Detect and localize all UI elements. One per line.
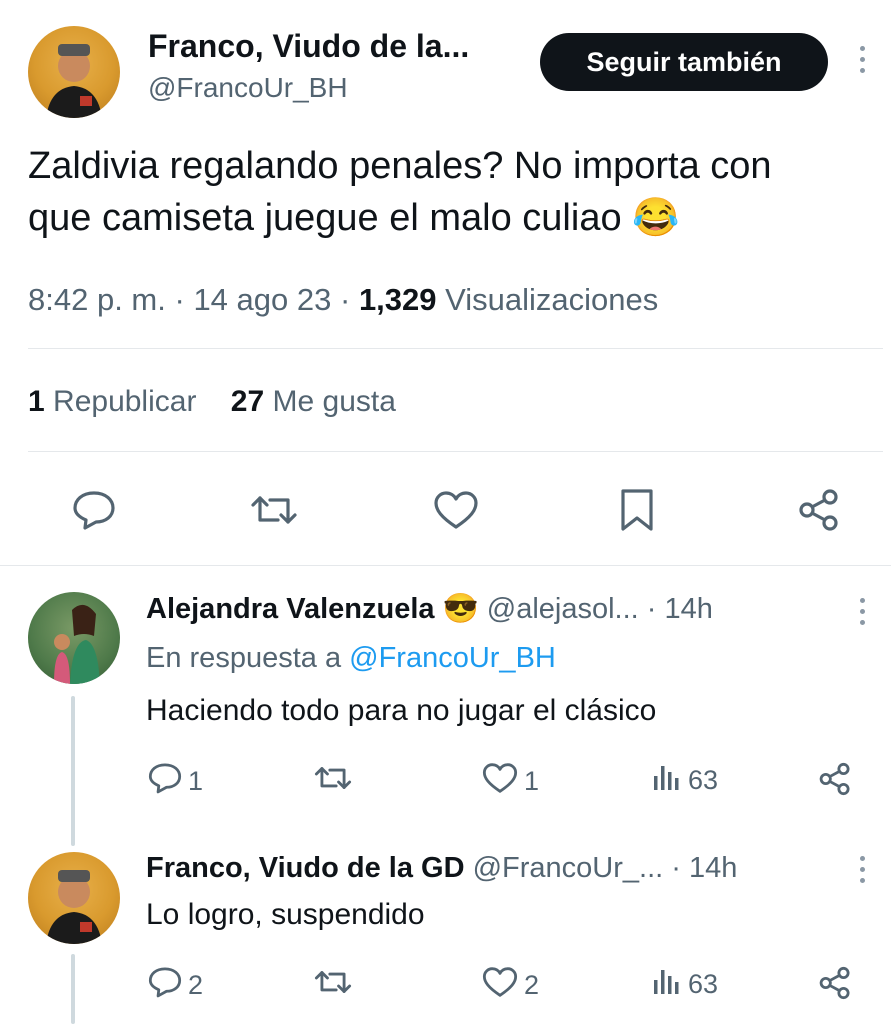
share-icon[interactable] bbox=[797, 488, 841, 532]
reply-count: 2 bbox=[188, 970, 204, 1000]
reply-avatar[interactable] bbox=[28, 852, 120, 944]
reply-time[interactable]: · 14h bbox=[671, 852, 737, 884]
retweet-icon bbox=[314, 966, 352, 1005]
reply-action-views[interactable]: 63 bbox=[652, 966, 718, 1003]
views-label: Visualizaciones bbox=[445, 282, 659, 317]
avatar-image bbox=[46, 870, 102, 944]
author-avatar[interactable] bbox=[28, 26, 120, 118]
thread-line bbox=[71, 696, 75, 846]
reply-prefix: En respuesta a bbox=[146, 642, 342, 674]
reply-context: En respuesta a @FrancoUr_BH bbox=[146, 642, 556, 675]
reply-action-like[interactable]: 2 bbox=[482, 966, 539, 1005]
tweet-text-line2: que camiseta juegue el malo culiao 😂 bbox=[28, 197, 680, 239]
like-icon bbox=[482, 966, 518, 1005]
likes-stat[interactable]: 27 Me gusta bbox=[231, 385, 396, 418]
like-icon[interactable] bbox=[433, 490, 479, 530]
reply-icon[interactable] bbox=[72, 490, 116, 530]
thread-line bbox=[71, 954, 75, 1024]
reply-header: Alejandra Valenzuela 😎 @alejasol... · 14… bbox=[146, 592, 713, 626]
reply-action-retweet[interactable] bbox=[314, 966, 358, 1005]
reply-icon bbox=[148, 762, 182, 801]
views-count: 63 bbox=[688, 969, 719, 999]
likes-label: Me gusta bbox=[272, 385, 396, 418]
share-icon[interactable] bbox=[818, 762, 852, 796]
tweet-text-line1: Zaldivia regalando penales? No importa c… bbox=[28, 145, 772, 187]
reply-header: Franco, Viudo de la GD @FrancoUr_... · 1… bbox=[146, 852, 737, 885]
reposts-stat[interactable]: 1 Republicar bbox=[28, 385, 196, 418]
reply-count: 1 bbox=[188, 766, 204, 796]
views-icon bbox=[652, 762, 682, 799]
more-icon[interactable] bbox=[860, 598, 865, 625]
divider bbox=[28, 451, 883, 452]
avatar-image bbox=[46, 44, 102, 118]
reply-icon bbox=[148, 966, 182, 1005]
sunglasses-emoji: 😎 bbox=[442, 593, 479, 625]
more-icon[interactable] bbox=[860, 46, 865, 73]
reply-avatar[interactable] bbox=[28, 592, 120, 684]
like-icon bbox=[482, 762, 518, 801]
views-icon bbox=[652, 966, 682, 1003]
reply-action-like[interactable]: 1 bbox=[482, 762, 539, 801]
likes-count: 27 bbox=[230, 385, 265, 418]
reply-author-name[interactable]: Franco, Viudo de la GD bbox=[146, 852, 465, 884]
reply-action-reply[interactable]: 1 bbox=[148, 762, 203, 801]
divider bbox=[0, 565, 891, 566]
more-icon[interactable] bbox=[860, 856, 865, 883]
like-count: 1 bbox=[524, 766, 540, 796]
reply-action-reply[interactable]: 2 bbox=[148, 966, 203, 1005]
views-count: 63 bbox=[688, 765, 719, 795]
follow-button[interactable]: Seguir también bbox=[540, 33, 828, 91]
reply-author-handle[interactable]: @alejasol... bbox=[487, 593, 639, 625]
reposts-label: Republicar bbox=[53, 385, 197, 418]
reply-author-name[interactable]: Alejandra Valenzuela bbox=[146, 593, 435, 625]
reply-text: Haciendo todo para no jugar el clásico bbox=[146, 694, 657, 727]
reply-action-retweet[interactable] bbox=[314, 762, 358, 801]
reposts-count: 1 bbox=[28, 385, 45, 418]
meta-separator: · bbox=[339, 282, 351, 317]
reply-action-views[interactable]: 63 bbox=[652, 762, 718, 799]
like-count: 2 bbox=[524, 970, 540, 1000]
tweet-date[interactable]: 14 ago 23 bbox=[193, 282, 331, 317]
views-count: 1,329 bbox=[358, 282, 437, 317]
reply-author-handle[interactable]: @FrancoUr_... bbox=[473, 852, 664, 884]
author-handle[interactable]: @FrancoUr_BH bbox=[148, 72, 348, 104]
retweet-icon bbox=[314, 762, 352, 801]
meta-separator: · bbox=[174, 282, 185, 317]
author-name[interactable]: Franco, Viudo de la... bbox=[148, 28, 469, 65]
bookmark-icon[interactable] bbox=[619, 488, 655, 532]
engagement-counts: 1 Republicar 27 Me gusta bbox=[28, 385, 396, 419]
avatar-image bbox=[54, 604, 100, 684]
laughing-emoji: 😂 bbox=[632, 197, 680, 239]
tweet-text: Zaldivia regalando penales? No importa c… bbox=[28, 140, 878, 244]
reply-text: Lo logro, suspendido bbox=[146, 898, 425, 931]
reply-time[interactable]: · 14h bbox=[647, 593, 713, 625]
reply-mention-link[interactable]: @FrancoUr_BH bbox=[349, 642, 556, 674]
share-icon[interactable] bbox=[818, 966, 852, 1000]
divider bbox=[28, 348, 883, 349]
tweet-time[interactable]: 8:42 p. m. bbox=[28, 282, 166, 317]
tweet-meta: 8:42 p. m. · 14 ago 23 · 1,329 Visualiza… bbox=[28, 282, 658, 318]
retweet-icon[interactable] bbox=[250, 490, 298, 530]
